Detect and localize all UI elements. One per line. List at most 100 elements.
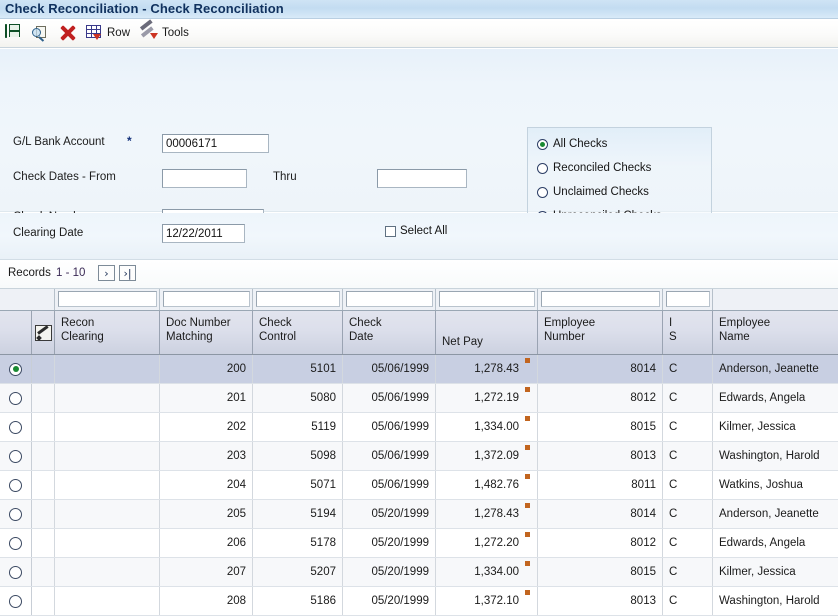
- check-dates-thru-input[interactable]: [377, 169, 467, 188]
- cell-employee-number[interactable]: 8012: [538, 529, 663, 557]
- last-page-button[interactable]: ›|: [119, 265, 136, 281]
- cell-check-date[interactable]: 05/06/1999: [343, 471, 436, 499]
- cell-net-pay[interactable]: 1,482.76: [436, 471, 538, 499]
- cell-check-control[interactable]: 5194: [253, 500, 343, 528]
- cell-check-date[interactable]: 05/20/1999: [343, 558, 436, 586]
- cell-employee-number[interactable]: 8015: [538, 413, 663, 441]
- row-select-radio[interactable]: [9, 565, 22, 579]
- cell-recon-clearing[interactable]: [55, 355, 160, 383]
- cell-select[interactable]: [0, 558, 32, 586]
- filter-input-check-date[interactable]: [346, 291, 433, 307]
- grid-header-net-pay[interactable]: Net Pay: [436, 311, 538, 354]
- cell-employee-name[interactable]: Edwards, Angela: [713, 384, 838, 412]
- filter-cell-doc-number-matching[interactable]: [160, 289, 253, 310]
- cell-select[interactable]: [0, 413, 32, 441]
- cell-check-date[interactable]: 05/20/1999: [343, 587, 436, 615]
- cell-employee-number[interactable]: 8013: [538, 587, 663, 615]
- table-row[interactable]: 200 5101 05/06/1999 1,278.43 8014 C Anderson, …: [0, 355, 838, 384]
- cell-check-date[interactable]: 05/06/1999: [343, 355, 436, 383]
- cell-employee-name[interactable]: Kilmer, Jessica: [713, 413, 838, 441]
- cell-employee-name[interactable]: Anderson, Jeanette: [713, 500, 838, 528]
- cell-check-date[interactable]: 05/20/1999: [343, 529, 436, 557]
- row-select-radio[interactable]: [9, 507, 22, 521]
- select-all-checkbox[interactable]: [385, 225, 396, 237]
- radio-option-all-checks[interactable]: All Checks: [537, 138, 607, 150]
- row-menu-button[interactable]: Row: [86, 23, 130, 45]
- cell-employee-name[interactable]: Anderson, Jeanette: [713, 355, 838, 383]
- cell-is[interactable]: C: [663, 587, 713, 615]
- cell-doc-number-matching[interactable]: 203: [160, 442, 253, 470]
- cell-check-date[interactable]: 05/06/1999: [343, 384, 436, 412]
- cell-employee-number[interactable]: 8011: [538, 471, 663, 499]
- cell-recon-clearing[interactable]: [55, 413, 160, 441]
- table-row[interactable]: 203 5098 05/06/1999 1,372.09 8013 C Washington…: [0, 442, 838, 471]
- cell-employee-number[interactable]: 8012: [538, 384, 663, 412]
- row-select-radio[interactable]: [9, 536, 22, 550]
- check-dates-from-input[interactable]: [162, 169, 247, 188]
- cell-select[interactable]: [0, 384, 32, 412]
- clearing-date-input[interactable]: [162, 224, 245, 243]
- cell-doc-number-matching[interactable]: 206: [160, 529, 253, 557]
- cell-check-control[interactable]: 5119: [253, 413, 343, 441]
- cell-check-date[interactable]: 05/06/1999: [343, 442, 436, 470]
- filter-cell-check-date[interactable]: [343, 289, 436, 310]
- cell-select[interactable]: [0, 529, 32, 557]
- cell-doc-number-matching[interactable]: 200: [160, 355, 253, 383]
- filter-cell-check-control[interactable]: [253, 289, 343, 310]
- filter-input-check-control[interactable]: [256, 291, 340, 307]
- filter-input-doc-number-matching[interactable]: [163, 291, 250, 307]
- grid-header-is[interactable]: I S: [663, 311, 713, 354]
- filter-input-employee-number[interactable]: [541, 291, 660, 307]
- grid-header-edit[interactable]: [32, 311, 55, 354]
- next-page-button[interactable]: ›: [98, 265, 115, 281]
- select-all-checkbox-row[interactable]: Select All: [385, 225, 447, 237]
- cell-net-pay[interactable]: 1,272.19: [436, 384, 538, 412]
- cell-doc-number-matching[interactable]: 204: [160, 471, 253, 499]
- cell-check-date[interactable]: 05/06/1999: [343, 413, 436, 441]
- cell-is[interactable]: C: [663, 471, 713, 499]
- gl-bank-account-input[interactable]: [162, 134, 269, 153]
- cell-recon-clearing[interactable]: [55, 500, 160, 528]
- cell-check-date[interactable]: 05/20/1999: [343, 500, 436, 528]
- cell-is[interactable]: C: [663, 384, 713, 412]
- grid-header-recon-clearing[interactable]: Recon Clearing: [55, 311, 160, 354]
- table-row[interactable]: 202 5119 05/06/1999 1,334.00 8015 C Kilmer, Je…: [0, 413, 838, 442]
- tools-menu-button[interactable]: Tools: [139, 19, 189, 45]
- cell-doc-number-matching[interactable]: 208: [160, 587, 253, 615]
- filter-cell-net-pay[interactable]: [436, 289, 538, 310]
- cell-check-control[interactable]: 5101: [253, 355, 343, 383]
- cell-is[interactable]: C: [663, 529, 713, 557]
- grid-header-employee-name[interactable]: Employee Name: [713, 311, 838, 354]
- row-select-radio[interactable]: [9, 478, 22, 492]
- cell-check-control[interactable]: 5071: [253, 471, 343, 499]
- delete-button[interactable]: [60, 23, 78, 45]
- cell-recon-clearing[interactable]: [55, 529, 160, 557]
- cell-recon-clearing[interactable]: [55, 587, 160, 615]
- cell-employee-name[interactable]: Watkins, Joshua: [713, 471, 838, 499]
- cell-net-pay[interactable]: 1,272.20: [436, 529, 538, 557]
- cell-net-pay[interactable]: 1,372.09: [436, 442, 538, 470]
- cell-doc-number-matching[interactable]: 201: [160, 384, 253, 412]
- cell-select[interactable]: [0, 471, 32, 499]
- radio-option-unclaimed-checks[interactable]: Unclaimed Checks: [537, 186, 649, 198]
- cell-net-pay[interactable]: 1,334.00: [436, 558, 538, 586]
- cell-select[interactable]: [0, 587, 32, 615]
- cell-net-pay[interactable]: 1,278.43: [436, 355, 538, 383]
- cell-select[interactable]: [0, 500, 32, 528]
- row-select-radio[interactable]: [9, 362, 22, 376]
- cell-is[interactable]: C: [663, 558, 713, 586]
- cell-select[interactable]: [0, 442, 32, 470]
- filter-input-is[interactable]: [666, 291, 710, 307]
- radio-option-reconciled-checks[interactable]: Reconciled Checks: [537, 162, 651, 174]
- cell-net-pay[interactable]: 1,372.10: [436, 587, 538, 615]
- cell-is[interactable]: C: [663, 355, 713, 383]
- cell-select[interactable]: [0, 355, 32, 383]
- find-button[interactable]: [31, 23, 49, 45]
- grid-header-employee-number[interactable]: Employee Number: [538, 311, 663, 354]
- cell-doc-number-matching[interactable]: 207: [160, 558, 253, 586]
- table-row[interactable]: 208 5186 05/20/1999 1,372.10 8013 C Washington…: [0, 587, 838, 616]
- cell-check-control[interactable]: 5178: [253, 529, 343, 557]
- cell-check-control[interactable]: 5098: [253, 442, 343, 470]
- cell-recon-clearing[interactable]: [55, 471, 160, 499]
- cell-check-control[interactable]: 5080: [253, 384, 343, 412]
